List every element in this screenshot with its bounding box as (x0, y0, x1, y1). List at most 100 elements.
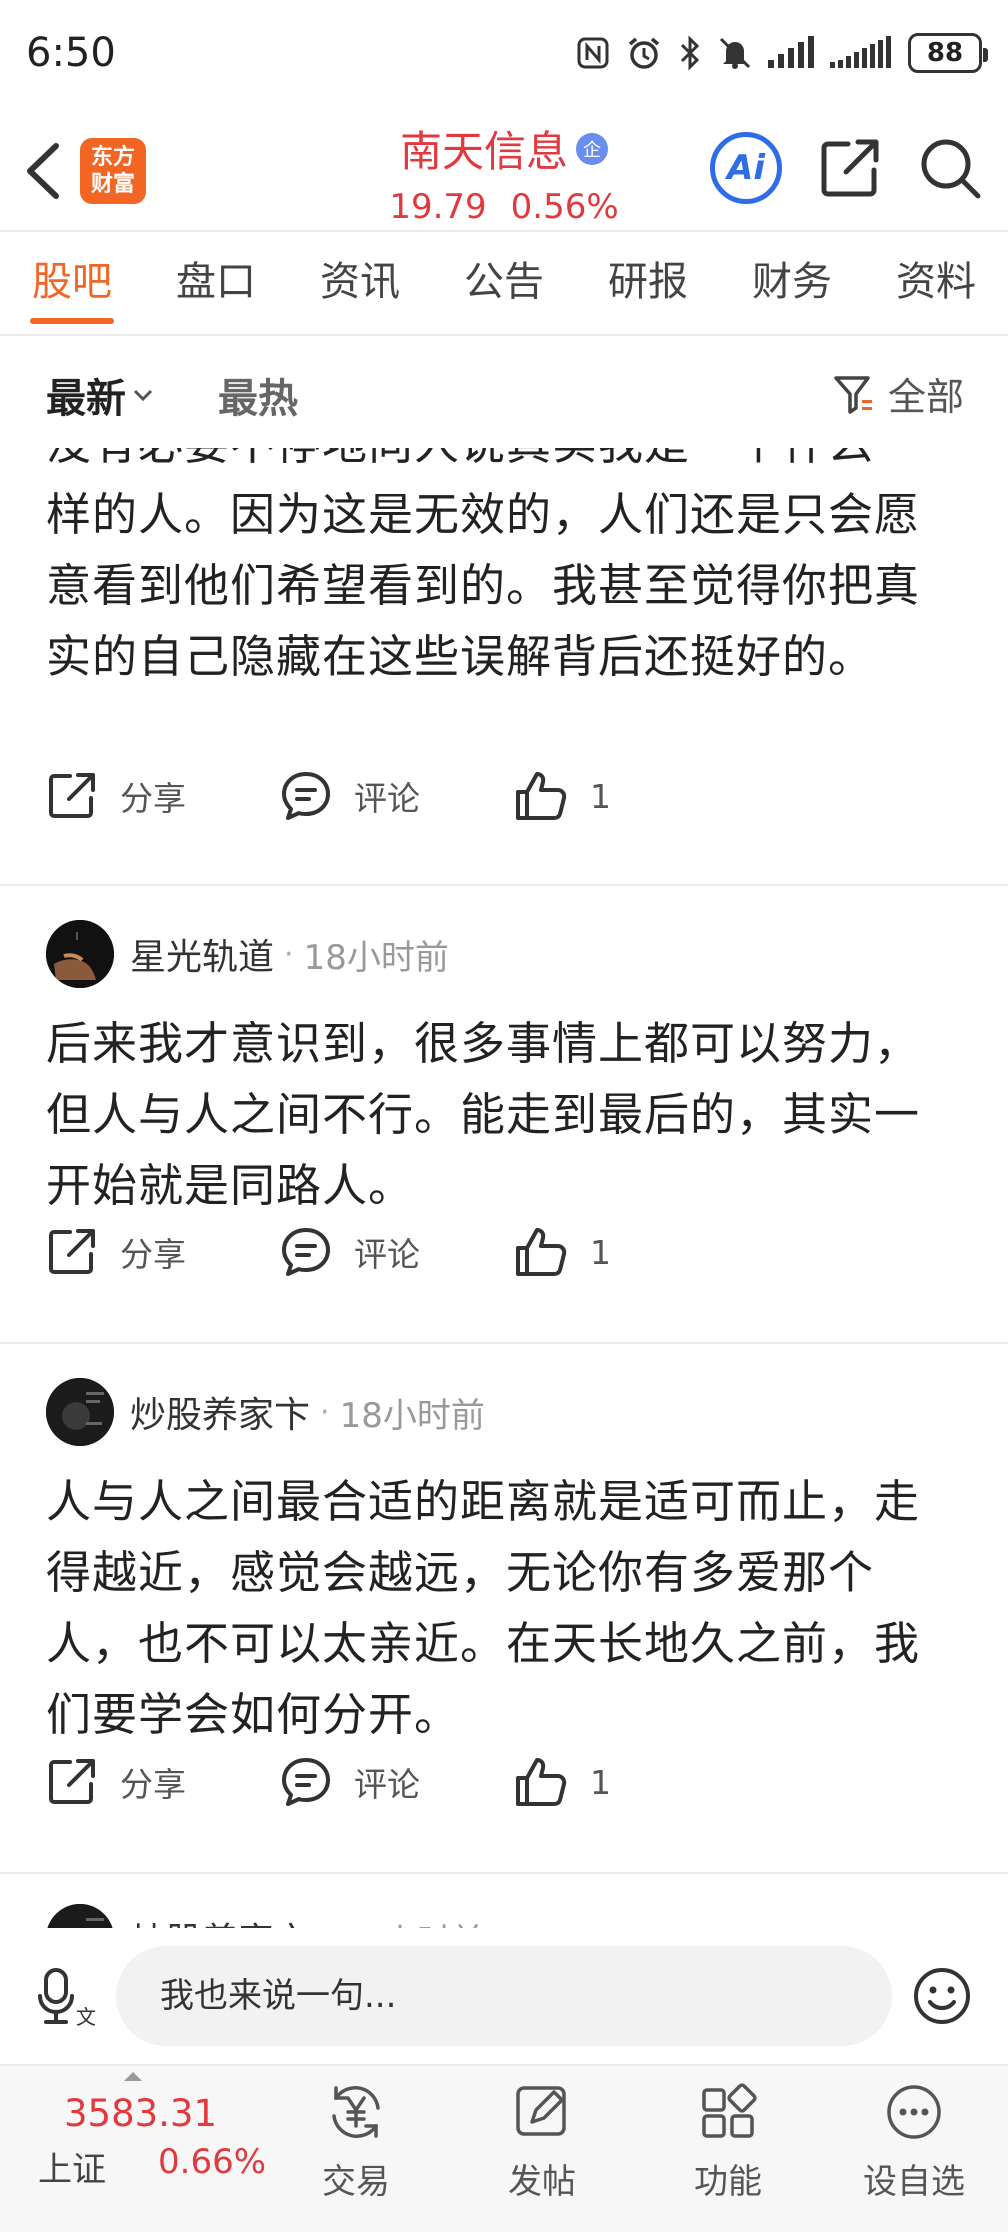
nav-add-watchlist[interactable]: 设自选 (834, 2080, 994, 2220)
sort-bar: 最新 最热 全部 (0, 336, 1008, 448)
post-time: 18小时前 (303, 937, 449, 978)
post-time: 18小时前 (340, 1914, 485, 1929)
sort-hot[interactable]: 最热 (218, 366, 298, 424)
search-icon[interactable] (918, 136, 982, 200)
comment-icon (282, 772, 330, 820)
tab-research[interactable]: 研报 (576, 232, 720, 334)
filter-button[interactable]: 全部 (832, 366, 964, 421)
tab-guba[interactable]: 股吧 (0, 232, 144, 334)
avatar-image (46, 1378, 114, 1446)
tab-news[interactable]: 资讯 (288, 232, 432, 334)
post-content: 样的人。因为这是无效的，人们还是只会愿意看到他们希望看到的。我甚至觉得你把真实的… (46, 488, 921, 683)
more-icon (887, 2085, 941, 2139)
yen-refresh-icon (332, 2085, 380, 2139)
tab-profile[interactable]: 资料 (864, 232, 1008, 334)
sort-latest-dropdown[interactable]: 最新 (46, 366, 154, 424)
sort-latest-label: 最新 (46, 376, 126, 422)
index-value: 3583.31 (64, 2092, 218, 2135)
like-count: 1 (590, 1762, 611, 1802)
nav-trade[interactable]: 交易 (276, 2080, 436, 2220)
comment-label: 评论 (354, 1765, 420, 1804)
status-time: 6:50 (26, 30, 116, 76)
comment-label: 评论 (354, 779, 420, 818)
battery-icon: 88 (908, 33, 988, 73)
battery-level: 88 (926, 38, 964, 68)
stock-header: 东方 财富 南天信息 企 19.79 0.56% Ai (0, 108, 1008, 232)
thumbs-up-icon (516, 772, 567, 820)
post-author-row: 炒股养家卞 · 18小时前 (46, 1378, 485, 1446)
index-name: 上证 (38, 2150, 106, 2190)
nfc-icon (577, 37, 609, 69)
stock-name: 南天信息 (399, 127, 568, 176)
bottom-nav: 3583.31 上证 0.66% 交易 发帖 功能 设自选 (0, 2064, 1008, 2232)
nav-functions[interactable]: 功能 (648, 2080, 808, 2220)
nav-label: 功能 (694, 2162, 762, 2202)
avatar[interactable] (46, 1904, 114, 1928)
share-label: 分享 (120, 1235, 186, 1274)
stock-tabs: 股吧 盘口 资讯 公告 研报 财务 资料 (0, 232, 1008, 336)
nav-post[interactable]: 发帖 (462, 2080, 622, 2220)
filter-label: 全部 (887, 375, 964, 419)
comment-input-bar: 文 我也来说一句... (0, 1928, 1008, 2064)
tab-finance[interactable]: 财务 (720, 232, 864, 334)
post-item[interactable]: 炒股养家卞 · 18小时前 人与人之间最合适的距离就是适可而止，走得越近，感觉会… (0, 1344, 1008, 1874)
author-name[interactable]: 星光轨道 (130, 928, 274, 980)
svg-text:文: 文 (76, 2005, 96, 2028)
separator-dot: · (284, 936, 294, 972)
voice-input-icon[interactable]: 文 (36, 1966, 98, 2028)
tab-announcement[interactable]: 公告 (432, 232, 576, 334)
share-icon[interactable] (818, 136, 882, 200)
separator-dot: · (320, 1921, 330, 1929)
post-actions: 分享 评论 1 (46, 1222, 611, 1282)
avatar[interactable] (46, 1378, 114, 1446)
like-button[interactable]: 1 (514, 1756, 611, 1808)
nav-label: 设自选 (863, 2162, 965, 2202)
alarm-icon (628, 37, 660, 69)
ai-assistant-button[interactable]: Ai (710, 132, 782, 204)
chevron-down-icon (133, 389, 153, 402)
market-index[interactable]: 3583.31 上证 0.66% (0, 2066, 270, 2232)
thumbs-up-icon (516, 1758, 567, 1806)
edit-icon (516, 2086, 566, 2136)
expand-caret-icon (124, 2072, 142, 2081)
post-actions: 分享 评论 1 (46, 766, 611, 826)
post-item[interactable]: 星光轨道 · 18小时前 后来我才意识到，很多事情上都可以努力，但人与人之间不行… (0, 886, 1008, 1344)
post-item[interactable]: 炒股养家卞 · 18小时前 (0, 1874, 1008, 1928)
grid-icon (702, 2083, 757, 2138)
share-button[interactable]: 分享 (46, 770, 280, 822)
tab-pankou[interactable]: 盘口 (144, 232, 288, 334)
share-icon (49, 773, 95, 818)
like-button[interactable]: 1 (514, 770, 611, 822)
author-name[interactable]: 炒股养家卞 (130, 1386, 310, 1438)
avatar-image (46, 920, 114, 988)
like-count: 1 (590, 1232, 611, 1272)
emoji-icon[interactable] (912, 1966, 972, 2026)
post-actions: 分享 评论 1 (46, 1752, 611, 1812)
nav-label: 交易 (322, 2162, 390, 2202)
comment-input[interactable]: 我也来说一句... (116, 1946, 892, 2046)
author-name[interactable]: 炒股养家卞 (130, 1912, 310, 1928)
post-feed: 没有必要不停地向人说真实我是一个什么 样的人。因为这是无效的，人们还是只会愿意看… (0, 448, 1008, 1928)
comment-label: 评论 (354, 1235, 420, 1274)
comment-button[interactable]: 评论 (280, 1756, 514, 1808)
comment-icon (282, 1228, 330, 1276)
share-icon (49, 1229, 95, 1274)
like-button[interactable]: 1 (514, 1226, 611, 1278)
share-button[interactable]: 分享 (46, 1226, 280, 1278)
avatar[interactable] (46, 920, 114, 988)
bluetooth-icon (680, 35, 700, 71)
enterprise-badge: 企 (576, 132, 608, 165)
post-content: 后来我才意识到，很多事情上都可以努力，但人与人之间不行。能走到最后的，其实一开始… (46, 1017, 921, 1212)
post-item[interactable]: 没有必要不停地向人说真实我是一个什么 样的人。因为这是无效的，人们还是只会愿意看… (0, 448, 1008, 886)
like-count: 1 (590, 776, 611, 816)
comment-button[interactable]: 评论 (280, 1226, 514, 1278)
share-button[interactable]: 分享 (46, 1756, 280, 1808)
share-label: 分享 (120, 1765, 186, 1804)
filter-icon (834, 375, 872, 414)
mute-icon (719, 37, 751, 69)
avatar-image (46, 1904, 114, 1928)
index-change: 0.66% (158, 2142, 267, 2182)
comment-button[interactable]: 评论 (280, 770, 514, 822)
stock-price: 19.79 (389, 187, 487, 227)
stock-change: 0.56% (510, 187, 619, 227)
